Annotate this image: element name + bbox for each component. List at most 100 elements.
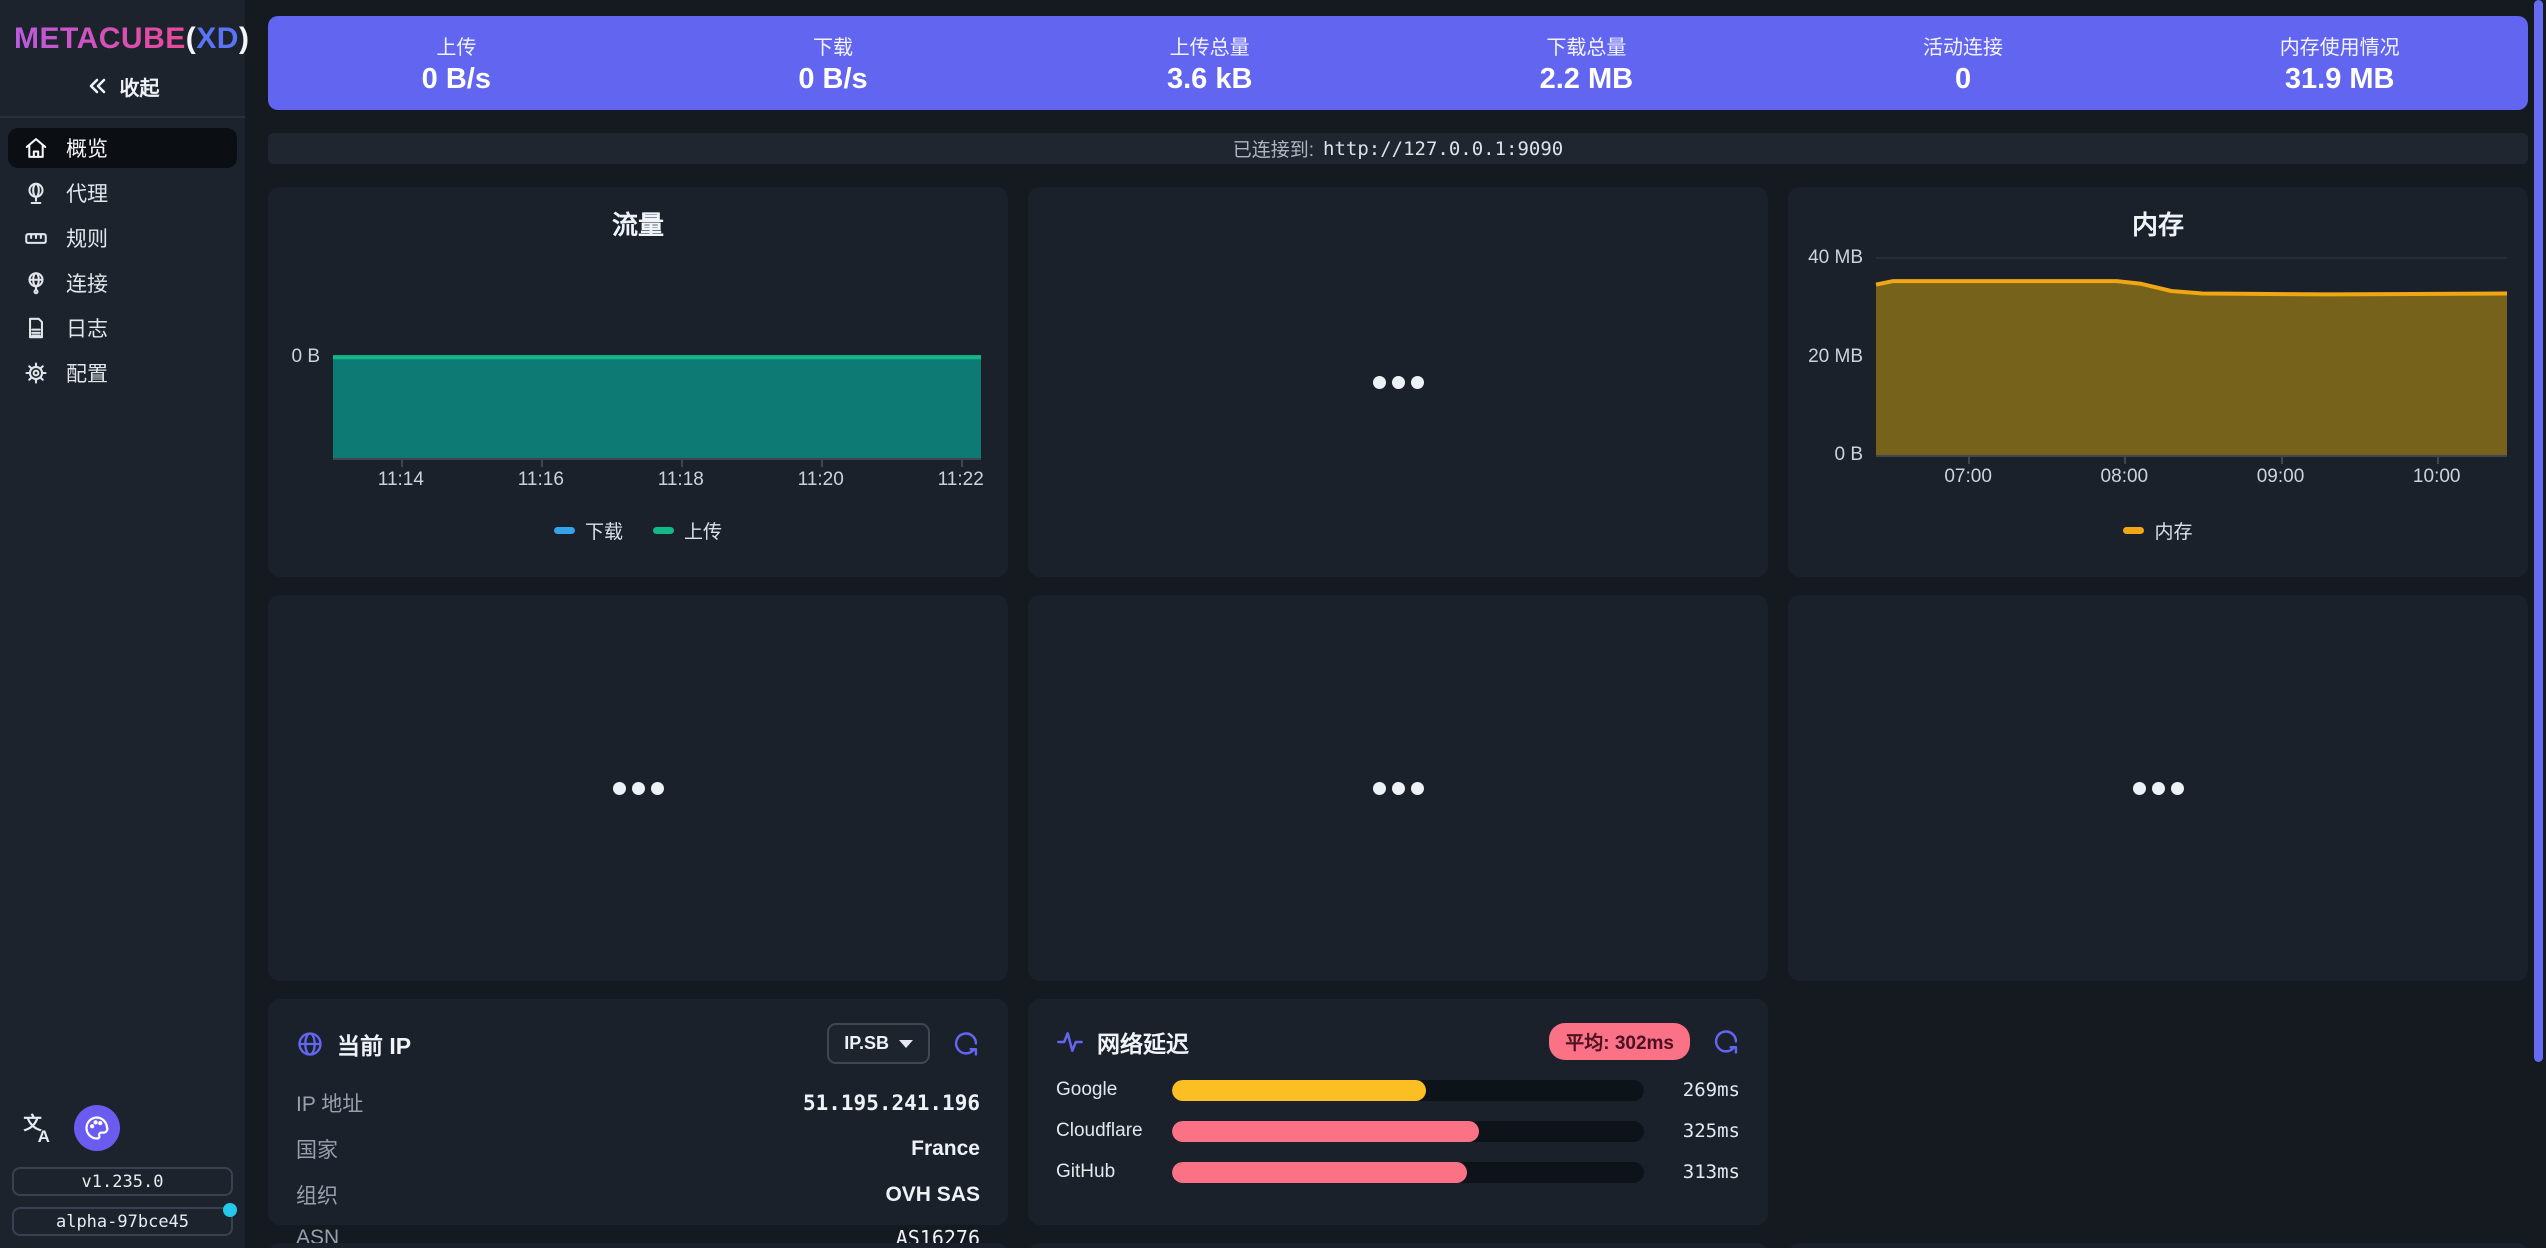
memory-x-axis: 07:0008:0009:0010:00 bbox=[1876, 455, 2507, 491]
loading-dots-icon bbox=[2133, 782, 2184, 795]
refresh-latency-button[interactable] bbox=[1712, 1028, 1740, 1056]
theme-palette-button[interactable] bbox=[74, 1105, 120, 1151]
stat-active-connections: 活动连接 0 bbox=[1775, 31, 2152, 96]
sidebar-item-label: 概览 bbox=[66, 133, 108, 163]
latency-bar-fill bbox=[1172, 1121, 1479, 1142]
traffic-chart-card: 流量 0 B 11:1411:1611:1811:2011:22 下载 上传 bbox=[268, 187, 1008, 577]
memory-legend: 内存 bbox=[1788, 517, 2528, 544]
latency-bar-track bbox=[1172, 1162, 1644, 1183]
ruler-icon bbox=[23, 225, 49, 251]
legend-marker bbox=[2123, 527, 2144, 534]
connection-url: http://127.0.0.1:9090 bbox=[1323, 138, 1563, 160]
stat-download-total: 下载总量 2.2 MB bbox=[1398, 31, 1775, 96]
latency-card-title: 网络延迟 bbox=[1097, 1025, 1189, 1059]
sidebar-item-label: 连接 bbox=[66, 268, 108, 298]
latency-row-cloudflare: Cloudflare 325ms bbox=[1056, 1120, 1740, 1142]
sidebar-item-label: 代理 bbox=[66, 178, 108, 208]
loading-dots-icon bbox=[1373, 782, 1424, 795]
sidebar-item-label: 规则 bbox=[66, 223, 108, 253]
sidebar-item-label: 日志 bbox=[66, 313, 108, 343]
vertical-scrollbar-thumb[interactable] bbox=[2534, 0, 2543, 1062]
stats-header-bar: 上传 0 B/s 下载 0 B/s 上传总量 3.6 kB 下载总量 2.2 M… bbox=[268, 16, 2528, 110]
sidebar-collapse-button[interactable]: 收起 bbox=[8, 64, 237, 108]
collapse-label: 收起 bbox=[120, 72, 160, 101]
memory-chart-plot: 40 MB20 MB0 B 07:0008:0009:0010:00 bbox=[1876, 258, 2507, 455]
network-latency-card: 网络延迟 平均: 302ms Google 269ms Cloudflare 3… bbox=[1028, 999, 1768, 1225]
ip-provider-dropdown[interactable]: IP.SB bbox=[827, 1023, 930, 1064]
sidebar: METACUBE(XD) 收起 概览 代理 规则 连接 日志 配置 bbox=[0, 0, 245, 1248]
globe-stand-icon bbox=[23, 180, 49, 206]
version-badge[interactable]: v1.235.0 bbox=[12, 1167, 233, 1196]
sidebar-item-proxies[interactable]: 代理 bbox=[8, 173, 237, 213]
traffic-chart bbox=[333, 248, 981, 458]
sidebar-divider bbox=[0, 116, 245, 118]
legend-download: 下载 bbox=[554, 517, 623, 544]
latency-bar-track bbox=[1172, 1080, 1644, 1101]
latency-bar-fill bbox=[1172, 1080, 1426, 1101]
palette-icon bbox=[83, 1114, 111, 1142]
loading-card bbox=[1788, 595, 2528, 981]
sidebar-footer: 文A v1.235.0 alpha-97bce45 bbox=[0, 1105, 245, 1242]
loading-card bbox=[1028, 187, 1768, 577]
ip-row-country: 国家 France bbox=[296, 1134, 980, 1164]
loading-dots-icon bbox=[1373, 376, 1424, 389]
sidebar-item-logs[interactable]: 日志 bbox=[8, 308, 237, 348]
logo-brand: METACUBE bbox=[14, 22, 186, 55]
svg-text:A: A bbox=[38, 1127, 50, 1145]
stat-upload: 上传 0 B/s bbox=[268, 31, 645, 96]
traffic-chart-title: 流量 bbox=[268, 205, 1008, 242]
latency-row-github: GitHub 313ms bbox=[1056, 1161, 1740, 1183]
update-dot-badge bbox=[223, 1203, 237, 1217]
pulse-icon bbox=[1056, 1028, 1084, 1056]
main-content: 上传 0 B/s 下载 0 B/s 上传总量 3.6 kB 下载总量 2.2 M… bbox=[245, 0, 2546, 1248]
memory-chart bbox=[1876, 258, 2507, 455]
gear-icon bbox=[23, 360, 49, 386]
latency-bar-track bbox=[1172, 1121, 1644, 1142]
translate-icon: 文A bbox=[22, 1111, 56, 1145]
traffic-chart-plot: 0 B 11:1411:1611:1811:2011:22 bbox=[333, 248, 981, 458]
loading-card bbox=[1028, 595, 1768, 981]
loading-card bbox=[268, 595, 1008, 981]
legend-upload: 上传 bbox=[653, 517, 722, 544]
traffic-legend: 下载 上传 bbox=[268, 517, 1008, 544]
stat-download: 下载 0 B/s bbox=[645, 31, 1022, 96]
globe-network-icon bbox=[23, 270, 49, 296]
partially-visible-card bbox=[268, 1243, 1008, 1248]
legend-marker bbox=[653, 527, 674, 534]
ip-row-organization: 组织 OVH SAS bbox=[296, 1180, 980, 1210]
build-badge[interactable]: alpha-97bce45 bbox=[12, 1207, 233, 1236]
traffic-x-axis: 11:1411:1611:1811:2011:22 bbox=[333, 458, 981, 494]
sidebar-item-config[interactable]: 配置 bbox=[8, 353, 237, 393]
language-toggle-button[interactable]: 文A bbox=[20, 1109, 58, 1147]
document-icon bbox=[23, 315, 49, 341]
latency-row-google: Google 269ms bbox=[1056, 1079, 1740, 1101]
connection-status-bar: 已连接到: http://127.0.0.1:9090 bbox=[268, 133, 2528, 164]
empty-grid-cell bbox=[1788, 999, 2528, 1225]
latency-bar-fill bbox=[1172, 1162, 1467, 1183]
logo-accent: XD bbox=[196, 22, 239, 55]
memory-chart-card: 内存 40 MB20 MB0 B 07:0008:0009:0010:00 内存 bbox=[1788, 187, 2528, 577]
sidebar-nav: 概览 代理 规则 连接 日志 配置 bbox=[0, 128, 245, 398]
home-icon bbox=[23, 135, 49, 161]
sidebar-item-connections[interactable]: 连接 bbox=[8, 263, 237, 303]
app-logo[interactable]: METACUBE(XD) bbox=[0, 14, 245, 58]
ip-row-address: IP 地址 51.195.241.196 bbox=[296, 1088, 980, 1118]
current-ip-card: 当前 IP IP.SB IP 地址 51.195.241.196 国家 Fran… bbox=[268, 999, 1008, 1225]
ip-card-title: 当前 IP bbox=[337, 1027, 411, 1061]
stat-memory-usage: 内存使用情况 31.9 MB bbox=[2151, 31, 2528, 96]
loading-dots-icon bbox=[613, 782, 664, 795]
average-latency-badge: 平均: 302ms bbox=[1549, 1023, 1690, 1060]
partially-visible-card bbox=[1788, 1243, 2528, 1248]
refresh-ip-button[interactable] bbox=[952, 1030, 980, 1058]
memory-chart-title: 内存 bbox=[1788, 205, 2528, 242]
chevrons-left-icon bbox=[86, 74, 110, 98]
connection-prefix: 已连接到: bbox=[1233, 135, 1314, 162]
globe-icon bbox=[296, 1030, 324, 1058]
legend-marker bbox=[554, 527, 575, 534]
legend-memory: 内存 bbox=[2123, 517, 2192, 544]
sidebar-item-rules[interactable]: 规则 bbox=[8, 218, 237, 258]
sidebar-item-label: 配置 bbox=[66, 358, 108, 388]
stat-upload-total: 上传总量 3.6 kB bbox=[1021, 31, 1398, 96]
cards-grid: 流量 0 B 11:1411:1611:1811:2011:22 下载 上传 内… bbox=[268, 187, 2528, 1248]
sidebar-item-overview[interactable]: 概览 bbox=[8, 128, 237, 168]
